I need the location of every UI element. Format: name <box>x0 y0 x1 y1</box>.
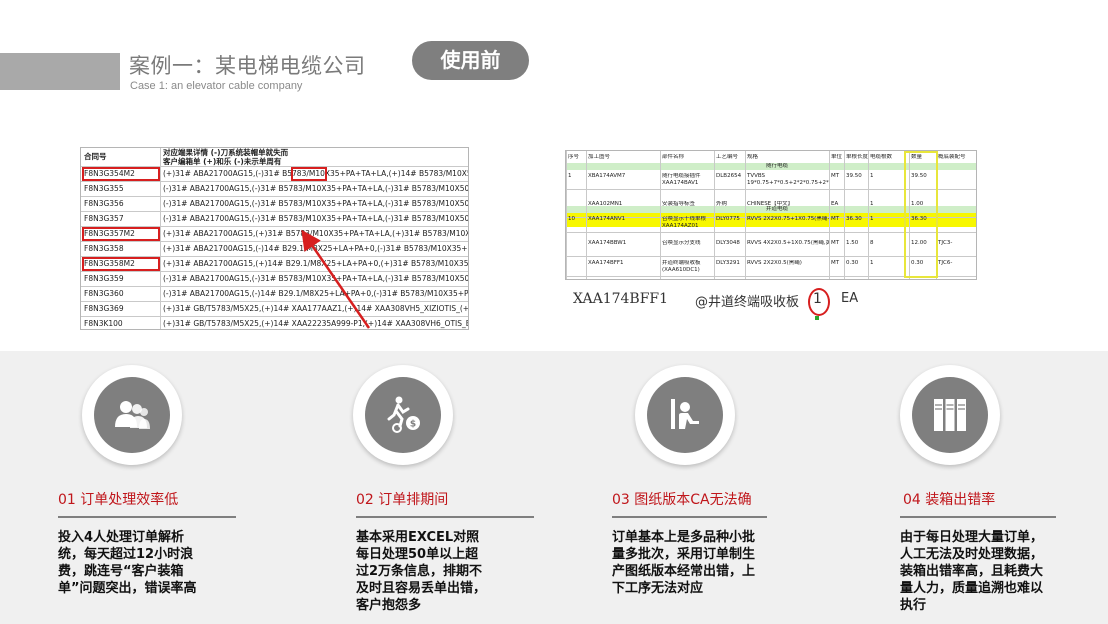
bom-cell: TJC6- <box>938 260 953 266</box>
bom-header-cell: 规格 <box>747 154 759 160</box>
grid-line <box>586 151 587 279</box>
bom-header-cell: 序号 <box>568 154 580 160</box>
card-description: 订单基本上是多品种小批量多批次，采用订单制生产图纸版本经常出错，上下工序无法对应 <box>612 530 756 596</box>
card-title: 02 订单排期间 <box>356 492 449 508</box>
bom-cell: (XAA610DC1) <box>662 267 700 273</box>
bom-cell: 0.30 <box>846 260 859 266</box>
bom-cell: TVVBS <box>747 173 766 179</box>
bom-table-screenshot: 序号 加工图号 部件名称 工艺编号 规格 单位 单根长度 电缆根数 数量 概底装配号 随行电缆 井道电… <box>565 150 977 280</box>
bom-cell: 井道终端吸收板 <box>662 260 701 266</box>
bom-header-cell: 加工图号 <box>588 154 611 160</box>
card-divider <box>900 516 1056 518</box>
bom-cell: 安装指导标签 <box>662 201 696 207</box>
bom-cell: XAA174BBW1 <box>588 240 627 246</box>
bom-cell: 召唤显示干线单根 <box>662 216 707 222</box>
card-icon-circle <box>900 365 1000 465</box>
card-icon-circle <box>635 365 735 465</box>
users-icon <box>115 401 150 429</box>
cable-count-highlight <box>904 151 938 278</box>
bom-cell: 召唤显示分支线 <box>662 240 701 246</box>
bom-cell: MT <box>831 240 840 246</box>
bom-header-cell: 工艺编号 <box>716 154 739 160</box>
card-title: 03 图纸版本CA无法确 <box>612 492 752 508</box>
cell-cursor-marker <box>815 316 819 320</box>
cabinet-icon <box>934 399 966 431</box>
bom-header-cell: 单根长度 <box>846 154 868 160</box>
bom-cell: 8 <box>870 240 874 246</box>
bom-cell: 1.50 <box>846 240 859 246</box>
bom-cell: 36.30 <box>846 216 862 222</box>
bom-header-cell: 概底装配号 <box>938 154 966 160</box>
bom-cell: DLY3291 <box>716 260 740 266</box>
office-worker-icon <box>671 399 699 429</box>
zoom-part-name: @井道终端吸收板 <box>695 295 800 310</box>
page-subtitle: Case 1: an elevator cable company <box>130 80 303 92</box>
problem-card-4: 04 装箱出错率 由于每日处理大量订单，人工无法及时处理数据，装箱出错率高，且耗… <box>900 351 1108 624</box>
bom-cell: 1 <box>870 260 874 266</box>
grid-line <box>714 151 715 279</box>
zoom-value: 1 <box>813 291 822 307</box>
bom-header-cell: 部件名称 <box>662 154 685 160</box>
card-divider <box>356 516 534 518</box>
bom-cell: MT <box>831 173 840 179</box>
zoom-part-code: XAA174BFF1 <box>573 291 669 307</box>
bom-header-cell: 电缆根数 <box>870 154 893 160</box>
bom-cell: MT <box>831 260 840 266</box>
bom-cell: DLY3048 <box>716 240 740 246</box>
card-title: 04 装箱出错率 <box>903 492 996 508</box>
order-table-screenshot: 合同号 对应端果详情 (-)刀系统装帽单就失而 客户编箱单 (+)和乐 (-)未… <box>80 147 469 330</box>
bom-cell: RVVS 2X2X0.75+1X0.75(黑绳+双) <box>747 216 829 222</box>
card-title: 01 订单处理效率低 <box>58 492 179 508</box>
bom-cell: RVVS 2X2X0.5(黑绳) <box>747 260 802 266</box>
card-description: 由于每日处理大量订单，人工无法及时处理数据，装箱出错率高，且耗费大量人力，质量追… <box>900 530 1044 613</box>
bom-cell: TJC3- <box>938 240 953 246</box>
bom-cell: 1 <box>568 173 572 179</box>
card-icon-circle <box>82 365 182 465</box>
bom-cell: XAA174ANV1 <box>588 216 626 222</box>
grid-line <box>566 151 567 279</box>
bom-section-label: 随行电缆 <box>766 163 789 169</box>
grid-line <box>868 151 869 279</box>
title-accent-bar <box>0 53 120 90</box>
card-divider <box>612 516 767 518</box>
bom-cell: DLB2654 <box>716 173 742 179</box>
bom-cell: 1 <box>870 173 874 179</box>
bom-cell: XAA102MN1 <box>588 201 623 207</box>
bom-cell: MT <box>831 216 840 222</box>
bom-cell: CHINESE【中文】 <box>747 201 794 207</box>
bom-cell: EA <box>831 201 839 207</box>
grid-line <box>829 151 830 279</box>
runner-money-icon: $ <box>387 396 420 433</box>
card-divider <box>58 516 236 518</box>
bom-cell: 1 <box>870 216 874 222</box>
bom-cell: 39.50 <box>846 173 862 179</box>
bom-cell: 外购 <box>716 201 728 207</box>
bom-cell: 10 <box>568 216 575 222</box>
svg-text:$: $ <box>410 420 416 430</box>
bom-cell: XBA174AVM7 <box>588 173 626 179</box>
problem-card-2: $ 02 订单排期间 基本采用EXCEL对照每日处理50单以上超过2万条信息，排… <box>353 351 610 624</box>
bom-cell: XAA174BAV1 <box>662 180 699 186</box>
zoom-detail-strip: XAA174BFF1 @井道终端吸收板 1 EA <box>565 285 881 323</box>
card-description: 投入4人处理订单解析统，每天超过12小时浪费，跳连号“客户装箱单”问题突出，错误… <box>58 530 197 596</box>
bom-header-cell: 单位 <box>831 154 843 160</box>
zoom-unit: EA <box>841 291 859 306</box>
problem-card-3: 03 图纸版本CA无法确 订单基本上是多品种小批量多批次，采用订单制生产图纸版本… <box>612 351 866 624</box>
problem-card-1: 01 订单处理效率低 投入4人处理订单解析统，每天超过12小时浪费，跳连号“客户… <box>58 351 312 624</box>
bom-cell: XAA174BFF1 <box>588 260 624 266</box>
bom-cell: RVVS 4X2X0.5+1X0.75(黑绳,黄/绿) <box>747 240 829 246</box>
bom-cell: 随行电缆接插件 <box>662 173 701 179</box>
grid-line <box>660 151 661 279</box>
status-badge: 使用前 <box>412 41 529 80</box>
page-title: 案例一：某电梯电缆公司 <box>129 54 366 78</box>
card-description: 基本采用EXCEL对照每日处理50单以上超过2万条信息，排期不及时且容易丢单出错… <box>356 530 487 613</box>
bom-cell: DLY0775 <box>716 216 740 222</box>
red-arrow-annotation <box>301 229 371 329</box>
bom-cell: 19*0.75+7*0.5+2*2*0.75+2*1.5 <box>747 180 829 186</box>
bom-cell: XAA174AZ01 <box>662 223 699 229</box>
card-icon-circle: $ <box>353 365 453 465</box>
bom-cell: 1 <box>870 201 874 207</box>
